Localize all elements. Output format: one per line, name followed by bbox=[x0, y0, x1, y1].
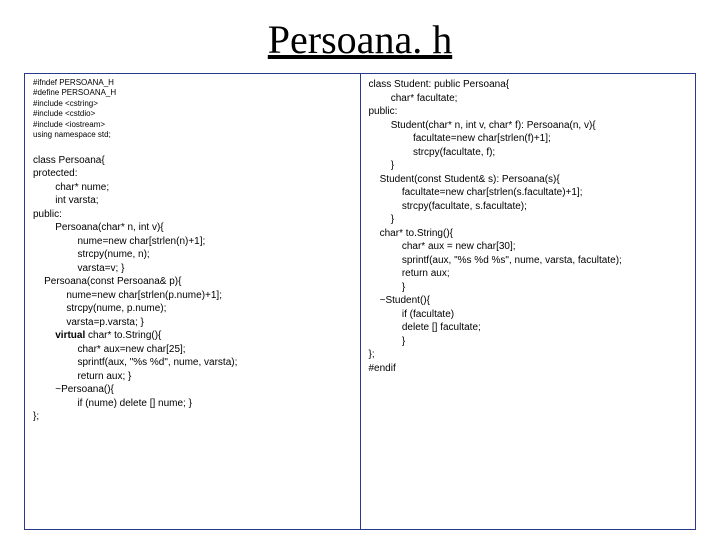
virtual-keyword: virtual bbox=[33, 330, 85, 341]
student-public: public: bbox=[369, 105, 688, 119]
persoana-tostring: virtual char* to.String(){ char* aux=new… bbox=[33, 329, 352, 383]
persoana-copy-ctor: Persoana(const Persoana& p){ nume=new ch… bbox=[33, 275, 352, 329]
class-persoana-decl: class Persoana{ protected: bbox=[33, 154, 352, 181]
persoana-ctor: Persoana(char* n, int v){ nume=new char[… bbox=[33, 221, 352, 275]
persoana-dtor: ~Persoana(){ if (nume) delete [] nume; }… bbox=[33, 383, 352, 424]
student-member: char* facultate; bbox=[369, 92, 688, 106]
persoana-members: char* nume; int varsta; bbox=[33, 181, 352, 208]
preamble-block: #ifndef PERSOANA_H #define PERSOANA_H #i… bbox=[33, 78, 352, 140]
student-ctor: Student(char* n, int v, char* f): Persoa… bbox=[369, 119, 688, 173]
class-student-decl: class Student: public Persoana{ bbox=[369, 78, 688, 92]
student-dtor: ~Student(){ if (facultate) delete [] fac… bbox=[369, 294, 688, 375]
student-tostring: char* to.String(){ char* aux = new char[… bbox=[369, 227, 688, 295]
page-title: Persoana. h bbox=[24, 16, 696, 63]
persoana-public: public: bbox=[33, 208, 352, 222]
right-column: class Student: public Persoana{ char* fa… bbox=[360, 74, 696, 529]
spacer bbox=[33, 140, 352, 154]
left-column: #ifndef PERSOANA_H #define PERSOANA_H #i… bbox=[25, 74, 360, 529]
code-columns: #ifndef PERSOANA_H #define PERSOANA_H #i… bbox=[24, 73, 696, 530]
student-copy-ctor: Student(const Student& s): Persoana(s){ … bbox=[369, 173, 688, 227]
slide: Persoana. h #ifndef PERSOANA_H #define P… bbox=[0, 0, 720, 540]
